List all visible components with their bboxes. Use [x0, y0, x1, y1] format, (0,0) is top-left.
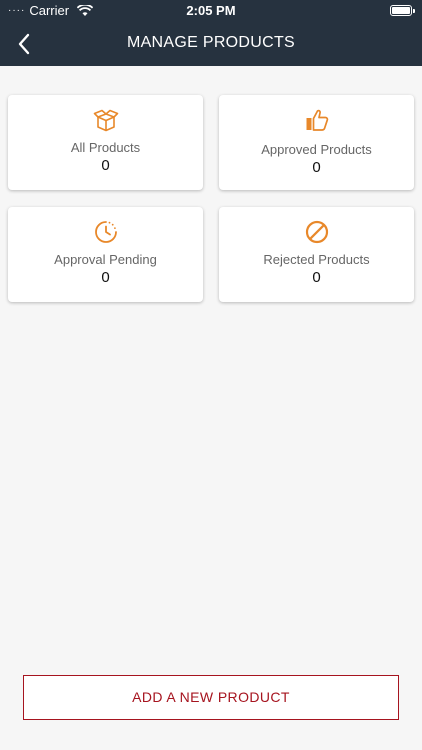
- card-count: 0: [312, 269, 321, 286]
- card-label: Rejected Products: [263, 252, 370, 267]
- status-time: 2:05 PM: [186, 3, 236, 18]
- card-count: 0: [101, 269, 110, 286]
- approval-pending-card[interactable]: Approval Pending 0: [8, 207, 203, 302]
- all-products-card[interactable]: All Products 0: [8, 95, 203, 190]
- approved-products-card[interactable]: Approved Products 0: [219, 95, 414, 190]
- ban-icon: [305, 220, 328, 244]
- card-label: All Products: [70, 140, 141, 155]
- card-count: 0: [101, 157, 110, 174]
- thumbs-up-icon: [306, 109, 328, 131]
- card-label: Approved Products: [261, 142, 372, 157]
- card-count: 0: [312, 159, 321, 176]
- page-title: MANAGE PRODUCTS: [126, 34, 296, 51]
- add-new-product-button[interactable]: ADD A NEW PRODUCT: [23, 675, 399, 720]
- battery-icon: [390, 5, 415, 16]
- status-bar: ···· Carrier 2:05 PM: [0, 0, 422, 22]
- clock-icon: [94, 221, 117, 243]
- card-label: Approval Pending: [54, 252, 157, 267]
- nav-bar: MANAGE PRODUCTS: [0, 22, 422, 66]
- box-icon: [93, 109, 118, 132]
- header: ···· Carrier 2:05 PM MANAGE PRODUCTS: [0, 0, 422, 66]
- rejected-products-card[interactable]: Rejected Products 0: [219, 207, 414, 302]
